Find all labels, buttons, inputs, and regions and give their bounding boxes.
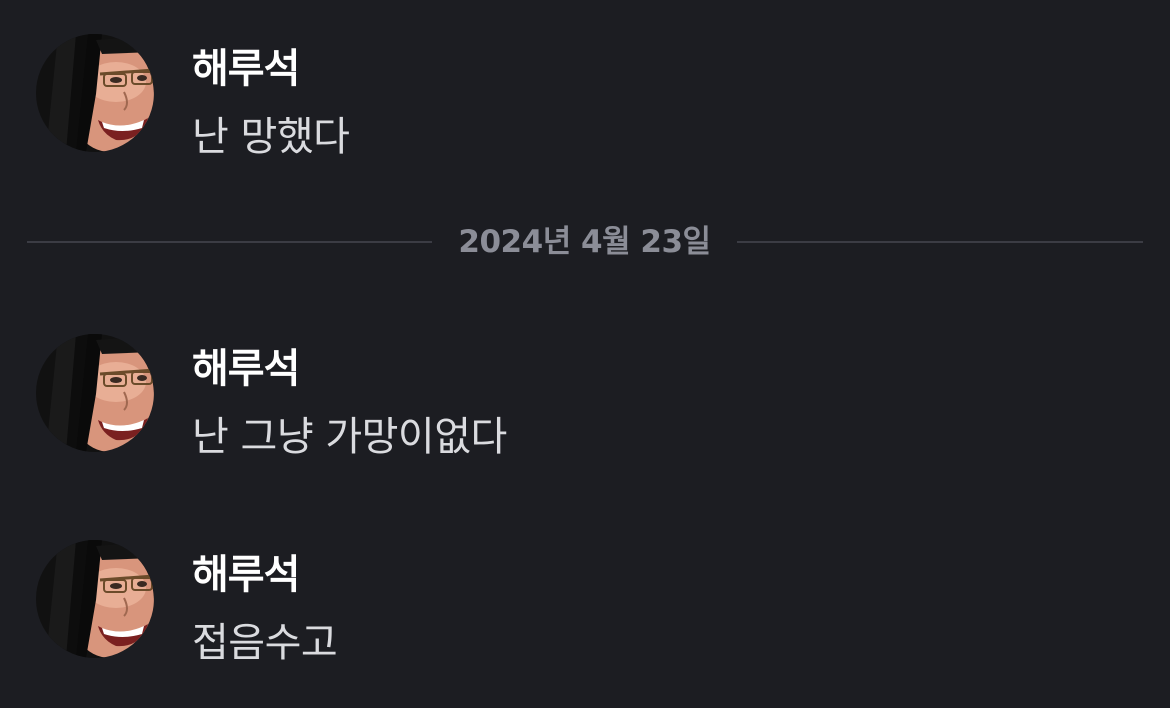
- chat-log: 해루석 난 망했다 2024년 4월 23일 해루석 난 그냥 가망이없다 해루…: [0, 0, 1170, 708]
- message-author[interactable]: 해루석: [192, 36, 300, 94]
- chat-message[interactable]: 해루석 접음수고: [0, 534, 1170, 666]
- divider-line-right: [737, 241, 1143, 243]
- user-avatar[interactable]: [36, 540, 154, 658]
- message-text: 난 망했다: [192, 114, 350, 160]
- chat-message[interactable]: 해루석 난 망했다: [0, 28, 1170, 160]
- avatar-image: [36, 334, 154, 452]
- divider-line-left: [27, 241, 432, 243]
- date-divider-label: 2024년 4월 23일: [458, 224, 711, 260]
- chat-message[interactable]: 해루석 난 그냥 가망이없다: [0, 328, 1170, 460]
- message-text: 난 그냥 가망이없다: [192, 414, 507, 460]
- message-text: 접음수고: [192, 620, 338, 666]
- avatar-image: [36, 34, 154, 152]
- user-avatar[interactable]: [36, 34, 154, 152]
- user-avatar[interactable]: [36, 334, 154, 452]
- date-divider: 2024년 4월 23일: [27, 220, 1143, 264]
- message-author[interactable]: 해루석: [192, 336, 300, 394]
- message-author[interactable]: 해루석: [192, 542, 300, 600]
- avatar-image: [36, 540, 154, 658]
